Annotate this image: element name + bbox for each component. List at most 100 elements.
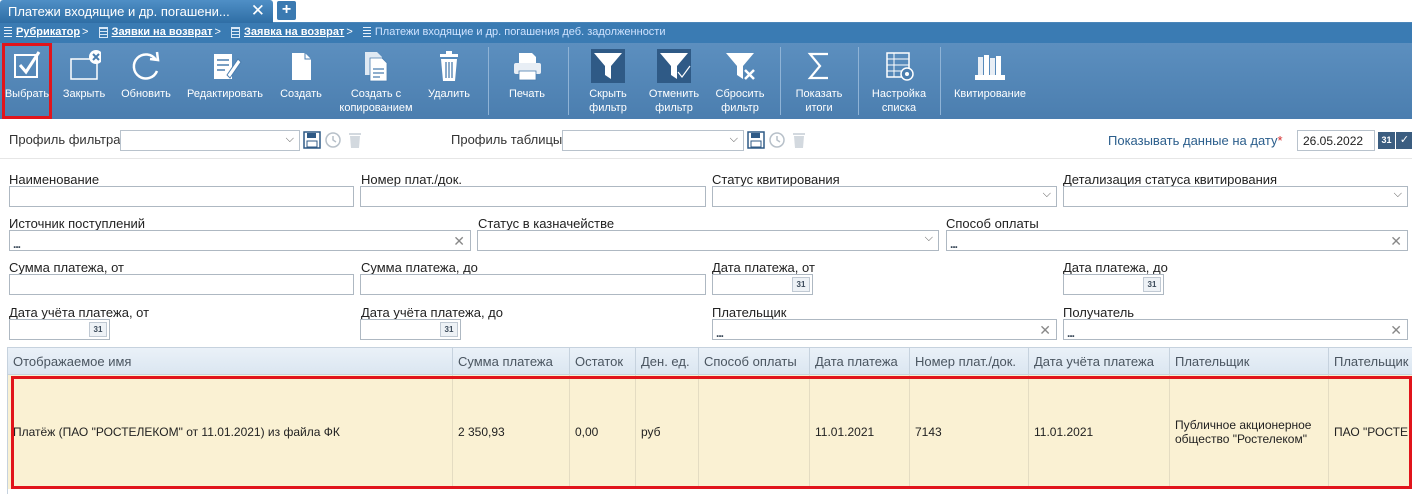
more-icon[interactable]: ... — [1067, 327, 1075, 339]
create-copy-button[interactable]: Создать с копированием — [334, 43, 418, 119]
new-document-icon — [292, 53, 311, 80]
more-icon[interactable]: ... — [13, 238, 21, 250]
filter-profile-select[interactable]: ⌵ — [120, 130, 300, 151]
table-profile-label: Профиль таблицы: — [451, 132, 566, 147]
history-icon[interactable] — [768, 131, 786, 149]
calendar-icon[interactable]: 31 — [1143, 277, 1161, 292]
cancel-filter-button[interactable]: Отменить фильтр — [642, 43, 706, 119]
document-icon — [231, 26, 241, 38]
breadcrumb-item-requests[interactable]: Заявки на возврат > — [98, 26, 224, 38]
cell-payer: Публичное акционерное общество "Ростелек… — [1170, 375, 1329, 489]
cell-balance: 0,00 — [570, 375, 636, 489]
date-from-input[interactable]: 31 — [712, 274, 813, 295]
show-date-label: Показывать данные на дату* — [1108, 133, 1283, 148]
date-from-label: Дата платежа, от — [712, 260, 815, 275]
column-header-doc-number[interactable]: Номер плат./док. — [910, 348, 1029, 376]
account-date-from-input[interactable]: 31 — [9, 319, 110, 340]
clear-icon[interactable]: ✕ — [1390, 321, 1402, 339]
clear-icon[interactable]: ✕ — [1390, 232, 1402, 250]
column-header-balance[interactable]: Остаток — [570, 348, 636, 376]
account-date-to-label: Дата учёта платежа, до — [361, 305, 503, 320]
sum-from-label: Сумма платежа, от — [9, 260, 124, 275]
filter-profile-bar: Профиль фильтра: ⌵ Профиль таблицы: ⌵ По… — [0, 119, 1412, 159]
trash-icon — [440, 51, 458, 81]
show-totals-button[interactable]: Показать итоги — [786, 43, 852, 119]
sum-to-input[interactable] — [360, 274, 706, 295]
delete-button[interactable]: Удалить — [420, 43, 478, 119]
sum-from-input[interactable] — [9, 274, 354, 295]
account-date-from-label: Дата учёта платежа, от — [9, 305, 150, 320]
calendar-icon[interactable]: 31 — [792, 277, 810, 292]
filter-profile-label: Профиль фильтра: — [9, 132, 125, 147]
column-header-sum[interactable]: Сумма платежа — [453, 348, 570, 376]
column-header-account-date[interactable]: Дата учёта платежа — [1029, 348, 1170, 376]
sigma-icon — [807, 52, 828, 80]
calendar-icon[interactable]: 31 — [1378, 132, 1395, 149]
breadcrumb: Рубрикатор > Заявки на возврат > Заявка на… — [0, 23, 1412, 43]
breadcrumb-item-rubricator[interactable]: Рубрикатор > — [4, 26, 91, 38]
name-input[interactable] — [9, 186, 354, 207]
chevron-down-icon: ⌵ — [1042, 188, 1051, 200]
cell-currency: руб — [636, 375, 699, 489]
breadcrumb-item-request[interactable]: Заявка на возврат > — [231, 26, 356, 38]
chevron-down-icon: ⌵ — [924, 232, 933, 244]
doc-number-input[interactable] — [360, 186, 706, 207]
create-button[interactable]: Создать — [274, 43, 328, 119]
table-row[interactable]: Платёж (ПАО "РОСТЕЛЕКОМ" от 11.01.2021) … — [8, 375, 1412, 489]
cell-sum: 2 350,93 — [453, 375, 570, 489]
reconcile-button[interactable]: Квитирование — [948, 43, 1032, 119]
date-to-label: Дата платежа, до — [1063, 260, 1168, 275]
save-icon[interactable] — [747, 131, 765, 149]
list-icon — [362, 26, 371, 38]
clear-icon[interactable]: ✕ — [453, 232, 465, 250]
chevron-down-icon: ⌵ — [1393, 188, 1402, 200]
account-date-to-input[interactable]: 31 — [360, 319, 461, 340]
tab-payments[interactable]: Платежи входящие и др. погашени... ✕ — [0, 0, 273, 23]
cell-account-date: 11.01.2021 — [1029, 375, 1170, 489]
calendar-icon[interactable]: 31 — [89, 322, 107, 337]
window-close-icon — [70, 50, 101, 80]
column-header-payment-date[interactable]: Дата платежа — [810, 348, 910, 376]
save-icon[interactable] — [303, 131, 321, 149]
reset-filter-button[interactable]: Сбросить фильтр — [708, 43, 772, 119]
select-button[interactable]: Выбрать — [2, 43, 52, 119]
reconcile-status-select[interactable]: ⌵ — [712, 186, 1057, 207]
hide-filter-button[interactable]: Скрыть фильтр — [576, 43, 640, 119]
list-icon — [4, 26, 12, 38]
table-profile-select[interactable]: ⌵ — [562, 130, 744, 151]
close-icon[interactable]: ✕ — [251, 1, 265, 20]
column-header-payment-method[interactable]: Способ оплаты — [699, 348, 810, 376]
payment-method-input[interactable]: ... ✕ — [946, 230, 1408, 251]
list-settings-button[interactable]: Настройка списка — [864, 43, 934, 119]
calendar-icon[interactable]: 31 — [440, 322, 458, 337]
payer-input[interactable]: ... ✕ — [712, 319, 1057, 340]
trash-icon[interactable] — [346, 131, 364, 149]
column-header-payer[interactable]: Плательщик — [1170, 348, 1329, 376]
books-icon — [975, 55, 1005, 80]
print-button[interactable]: Печать — [496, 43, 558, 119]
apply-date-button[interactable]: ✓ — [1396, 132, 1412, 149]
refresh-button[interactable]: Обновить — [116, 43, 176, 119]
date-to-input[interactable]: 31 — [1063, 274, 1164, 295]
recipient-input[interactable]: ... ✕ — [1063, 319, 1408, 340]
source-input[interactable]: ... ✕ — [9, 230, 471, 251]
payments-table: Отображаемое имя Сумма платежа Остаток Д… — [7, 347, 1412, 494]
close-button[interactable]: Закрыть — [56, 43, 112, 119]
copy-document-icon — [365, 52, 388, 82]
history-icon[interactable] — [324, 131, 342, 149]
column-header-currency[interactable]: Ден. ед. — [636, 348, 699, 376]
edit-button[interactable]: Редактировать — [180, 43, 270, 119]
more-icon[interactable]: ... — [950, 238, 958, 250]
treasury-status-select[interactable]: ⌵ — [477, 230, 939, 251]
more-icon[interactable]: ... — [716, 327, 724, 339]
column-header-display-name[interactable]: Отображаемое имя — [8, 348, 453, 376]
clear-icon[interactable]: ✕ — [1039, 321, 1051, 339]
printer-icon — [514, 53, 541, 81]
reconcile-detail-select[interactable]: ⌵ — [1063, 186, 1408, 207]
add-tab-button[interactable]: + — [277, 1, 296, 20]
trash-icon[interactable] — [790, 131, 808, 149]
column-header-payer-short[interactable]: Плательщик — [1329, 348, 1412, 376]
show-date-input[interactable]: 26.05.2022 — [1297, 130, 1375, 151]
cell-payer-short: ПАО "РОСТЕ — [1334, 425, 1408, 439]
breadcrumb-item-current: Платежи входящие и др. погашения деб. за… — [362, 26, 666, 38]
